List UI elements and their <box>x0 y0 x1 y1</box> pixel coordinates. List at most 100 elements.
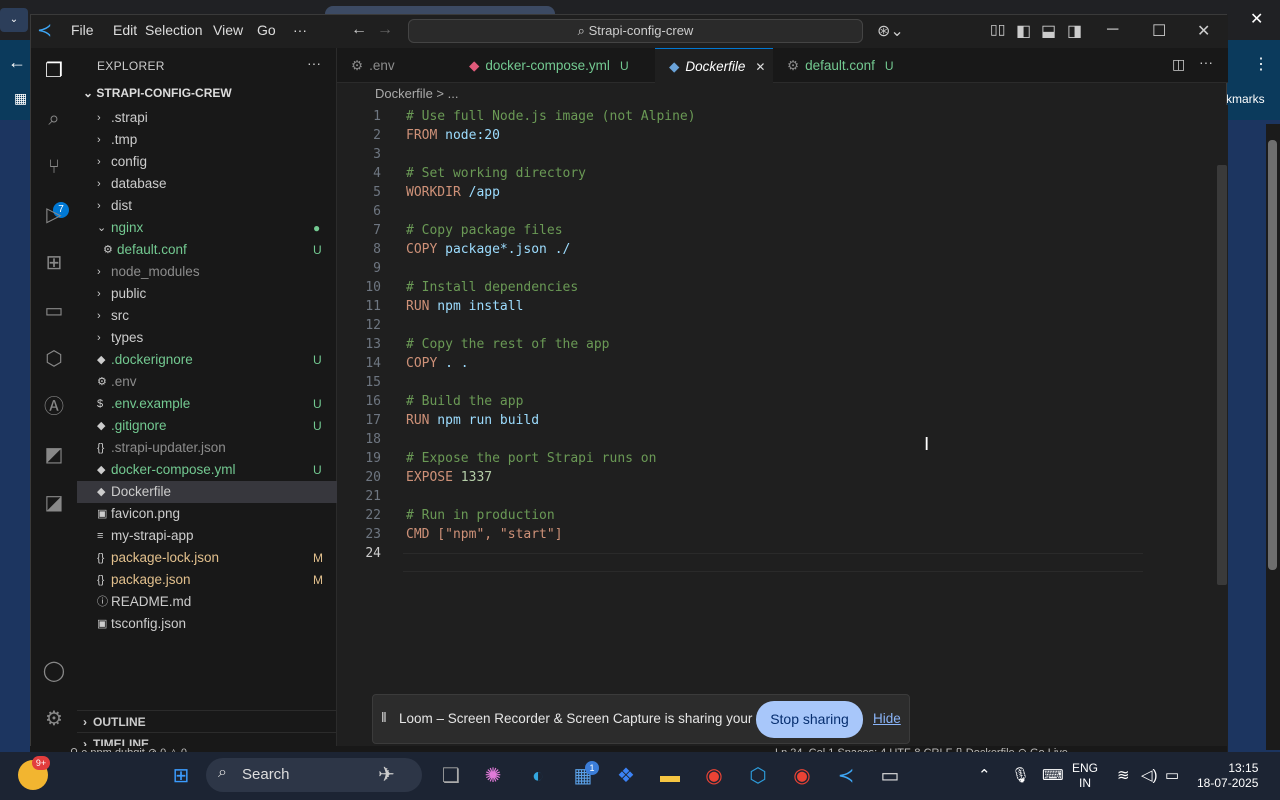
battery-icon[interactable]: ▭ <box>1165 766 1179 784</box>
tree-item[interactable]: › node_modules <box>77 261 337 283</box>
more-actions-icon[interactable]: ··· <box>307 55 321 71</box>
tab-0[interactable]: ⚙ .env <box>337 48 455 83</box>
store-badge: 1 <box>585 761 599 775</box>
toggle-secondary-sidebar-icon[interactable]: ◨ <box>1067 21 1082 41</box>
maximize-icon[interactable]: ☐ <box>1152 21 1166 41</box>
pause-icon[interactable]: ‖ <box>381 709 387 725</box>
layout-icon[interactable]: ▯▯ <box>990 21 1005 38</box>
microphone-icon[interactable]: 🎙 <box>1011 766 1030 784</box>
docker-icon[interactable]: ⬡ <box>39 344 69 374</box>
clock[interactable]: 13:15 18-07-2025 <box>1197 761 1258 791</box>
tree-item[interactable]: {} .strapi-updater.json <box>77 437 337 459</box>
chrome-icon[interactable]: ◉ <box>700 762 728 790</box>
menu-4[interactable]: Go <box>257 22 276 38</box>
explorer-icon[interactable]: ❐ <box>39 56 69 86</box>
tree-item[interactable]: ◆ Dockerfile <box>77 481 337 503</box>
forward-arrow-icon[interactable]: → <box>377 21 393 39</box>
remote-explorer-icon[interactable]: ▭ <box>39 296 69 326</box>
outline-section[interactable]: › OUTLINE <box>77 710 337 732</box>
task-view-icon[interactable]: ❏ <box>437 762 465 790</box>
tab-3[interactable]: ⚙ default.conf U <box>773 48 913 83</box>
tree-item[interactable]: ◆ .gitignore U <box>77 415 337 437</box>
close-tab-icon[interactable]: ✕ <box>755 60 765 74</box>
editor-more-icon[interactable]: ··· <box>1199 54 1213 70</box>
tree-item[interactable]: ⚙ .env <box>77 371 337 393</box>
copilot-icon[interactable]: ⊛⌄ <box>877 21 904 41</box>
tree-item[interactable]: {} package.json M <box>77 569 337 591</box>
keyboard-icon[interactable]: ⌨ <box>1042 766 1064 784</box>
terraform-icon[interactable]: ◩ <box>39 440 69 470</box>
tree-item[interactable]: ◆ .dockerignore U <box>77 349 337 371</box>
tree-item[interactable]: › src <box>77 305 337 327</box>
taskbar-search[interactable]: ⌕ Search ✈ <box>206 758 422 792</box>
menu-2[interactable]: Selection <box>145 22 203 38</box>
tree-item[interactable]: ▣ favicon.png <box>77 503 337 525</box>
tab-1[interactable]: ◆ docker-compose.yml U <box>455 48 655 83</box>
browser-scroll-thumb[interactable] <box>1268 140 1277 570</box>
edge-icon[interactable]: ◐ <box>524 762 552 790</box>
docker-icon[interactable]: ⬡ <box>744 762 772 790</box>
browser-tab-menu[interactable]: ⌄ <box>0 8 28 32</box>
tree-item[interactable]: › database <box>77 173 337 195</box>
command-center-search[interactable]: ⌕ Strapi-config-crew <box>408 19 863 43</box>
tree-item[interactable]: › types <box>77 327 337 349</box>
browser-back-icon[interactable]: ← <box>8 52 26 73</box>
code-editor[interactable]: 1 # Use full Node.js image (not Alpine) 2 F… <box>337 105 1228 761</box>
accounts-icon[interactable]: ◯ <box>39 656 69 686</box>
file-explorer-icon[interactable]: ▬ <box>656 762 684 790</box>
tree-item[interactable]: ⌄ nginx ● <box>77 217 337 239</box>
tab-file-icon: ⚙ <box>787 58 800 73</box>
minimize-icon[interactable]: ─ <box>1107 21 1118 39</box>
toggle-panel-icon[interactable]: ⬓ <box>1041 21 1056 41</box>
menu-5[interactable]: ··· <box>293 22 307 38</box>
back-arrow-icon[interactable]: ← <box>351 21 367 39</box>
terminal-icon[interactable]: ▭ <box>876 762 904 790</box>
wifi-icon[interactable]: ≋ <box>1117 766 1130 784</box>
tree-item[interactable]: ⓘ README.md <box>77 591 337 613</box>
hide-link[interactable]: Hide <box>873 711 901 726</box>
source-control-icon[interactable]: ⑂ <box>39 152 69 182</box>
tree-item[interactable]: › config <box>77 151 337 173</box>
tree-item[interactable]: ≡ my-strapi-app <box>77 525 337 547</box>
tree-item[interactable]: ◆ docker-compose.yml U <box>77 459 337 481</box>
split-editor-icon[interactable]: ◫ <box>1172 56 1185 73</box>
dropbox-icon[interactable]: ❖ <box>612 762 640 790</box>
menu-3[interactable]: View <box>213 22 243 38</box>
tree-item[interactable]: › .tmp <box>77 129 337 151</box>
tree-item[interactable]: › dist <box>77 195 337 217</box>
chrome-profile-icon[interactable]: ◉ <box>788 762 816 790</box>
browser-close-icon[interactable]: ✕ <box>1250 9 1263 29</box>
run-debug-icon[interactable]: ▷ <box>39 200 69 230</box>
angular-icon[interactable]: Ⓐ <box>39 392 69 422</box>
copilot-icon[interactable]: ✺ <box>479 762 507 790</box>
editor-scrollbar[interactable] <box>1217 165 1227 585</box>
tree-item[interactable]: $ .env.example U <box>77 393 337 415</box>
chevron-up-icon[interactable]: ⌃ <box>978 766 991 784</box>
close-window-icon[interactable]: ✕ <box>1197 21 1210 41</box>
browser-apps-icon[interactable]: ▦ <box>14 90 27 107</box>
extensions-icon[interactable]: ⊞ <box>39 248 69 278</box>
start-icon[interactable]: ⊞ <box>167 762 195 790</box>
breadcrumb[interactable]: Dockerfile > ... <box>337 83 1228 105</box>
search-icon[interactable]: ⌕ <box>39 104 69 134</box>
tab-2[interactable]: ◆ Dockerfile ✕ <box>655 48 773 83</box>
tree-item[interactable]: › public <box>77 283 337 305</box>
language-indicator[interactable]: ENG IN <box>1072 761 1098 791</box>
vscode-taskbar-icon[interactable]: ≺ <box>832 762 860 790</box>
tree-item[interactable]: ⚙ default.conf U <box>77 239 337 261</box>
settings-gear-icon[interactable]: ⚙ <box>39 704 69 734</box>
tab-status: U <box>884 59 894 73</box>
menu-1[interactable]: Edit <box>113 22 137 38</box>
tree-item[interactable]: › .strapi <box>77 107 337 129</box>
stop-sharing-button[interactable]: Stop sharing <box>756 701 863 738</box>
terraform-cloud-icon[interactable]: ◪ <box>39 488 69 518</box>
volume-icon[interactable]: ◁) <box>1141 766 1158 784</box>
tree-item[interactable]: {} package-lock.json M <box>77 547 337 569</box>
minimap[interactable] <box>1147 117 1175 151</box>
bookmarks-label[interactable]: kmarks <box>1226 92 1280 108</box>
menu-0[interactable]: File <box>71 22 94 38</box>
tree-item[interactable]: ▣ tsconfig.json <box>77 613 337 635</box>
root-folder[interactable]: ⌄ STRAPI-CONFIG-CREW <box>83 86 232 100</box>
toggle-sidebar-icon[interactable]: ◧ <box>1016 21 1031 41</box>
browser-menu-icon[interactable]: ⋮ <box>1253 54 1269 74</box>
